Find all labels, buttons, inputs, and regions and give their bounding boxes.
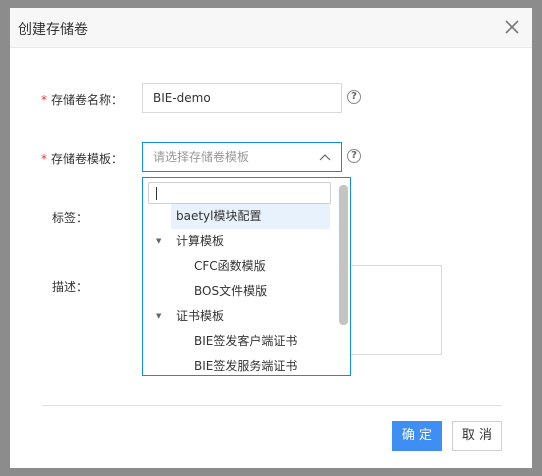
name-label-text: 存储卷名称： <box>51 93 124 107</box>
volume-template-select[interactable]: 请选择存储卷模板 <box>142 142 342 172</box>
confirm-button[interactable]: 确 定 <box>392 421 442 451</box>
name-label: * 存储卷名称： <box>41 91 123 108</box>
dropdown-search-input[interactable] <box>148 182 331 204</box>
create-volume-dialog: 创建存储卷 * 存储卷名称： BIE-demo ? * 存储卷模板： 请选择存储卷模… <box>10 8 532 468</box>
group-label: 证书模板 <box>176 309 225 323</box>
tags-label: 标签： <box>52 211 89 225</box>
option-server-cert[interactable]: BIE签发服务端证书 <box>194 354 333 375</box>
option-label: BIE签发客户端证书 <box>194 334 298 348</box>
triangle-down-icon: ▼ <box>156 312 162 320</box>
option-client-cert[interactable]: BIE签发客户端证书 <box>194 329 333 354</box>
group-label: 计算模板 <box>176 234 225 248</box>
template-label: * 存储卷模板： <box>41 150 123 167</box>
required-asterisk: * <box>41 93 47 107</box>
close-icon <box>505 20 519 34</box>
option-cfc-template[interactable]: CFC函数模版 <box>194 254 333 279</box>
option-label: CFC函数模版 <box>194 259 266 273</box>
help-icon[interactable]: ? <box>347 149 361 163</box>
required-asterisk: * <box>41 152 47 166</box>
dialog-title: 创建存储卷 <box>18 22 88 38</box>
description-label: 描述： <box>52 280 89 294</box>
option-label: BOS文件模版 <box>194 284 268 298</box>
close-button[interactable] <box>502 17 522 37</box>
template-dropdown: baetyl模块配置 ▼ 计算模板 CFC函数模版 BOS文件模版 ▼ 证书模板… <box>142 177 351 376</box>
dialog-header: 创建存储卷 <box>10 8 532 48</box>
dropdown-scrollbar[interactable] <box>339 185 348 325</box>
cancel-button[interactable]: 取 消 <box>452 421 502 451</box>
option-label: BIE签发服务端证书 <box>194 359 298 373</box>
group-cert-templates[interactable]: ▼ 证书模板 <box>143 304 333 329</box>
text-caret <box>156 187 157 200</box>
option-label: baetyl模块配置 <box>176 209 262 223</box>
chevron-up-icon <box>319 154 331 161</box>
footer-divider <box>42 405 502 406</box>
group-compute-templates[interactable]: ▼ 计算模板 <box>143 229 333 254</box>
option-bos-template[interactable]: BOS文件模版 <box>194 279 333 304</box>
volume-name-input[interactable]: BIE-demo <box>142 83 342 113</box>
triangle-down-icon: ▼ <box>156 237 162 245</box>
help-icon[interactable]: ? <box>347 90 361 104</box>
select-placeholder: 请选择存储卷模板 <box>153 150 250 164</box>
template-label-text: 存储卷模板： <box>51 152 124 166</box>
option-baetyl-config[interactable]: baetyl模块配置 <box>171 204 330 229</box>
